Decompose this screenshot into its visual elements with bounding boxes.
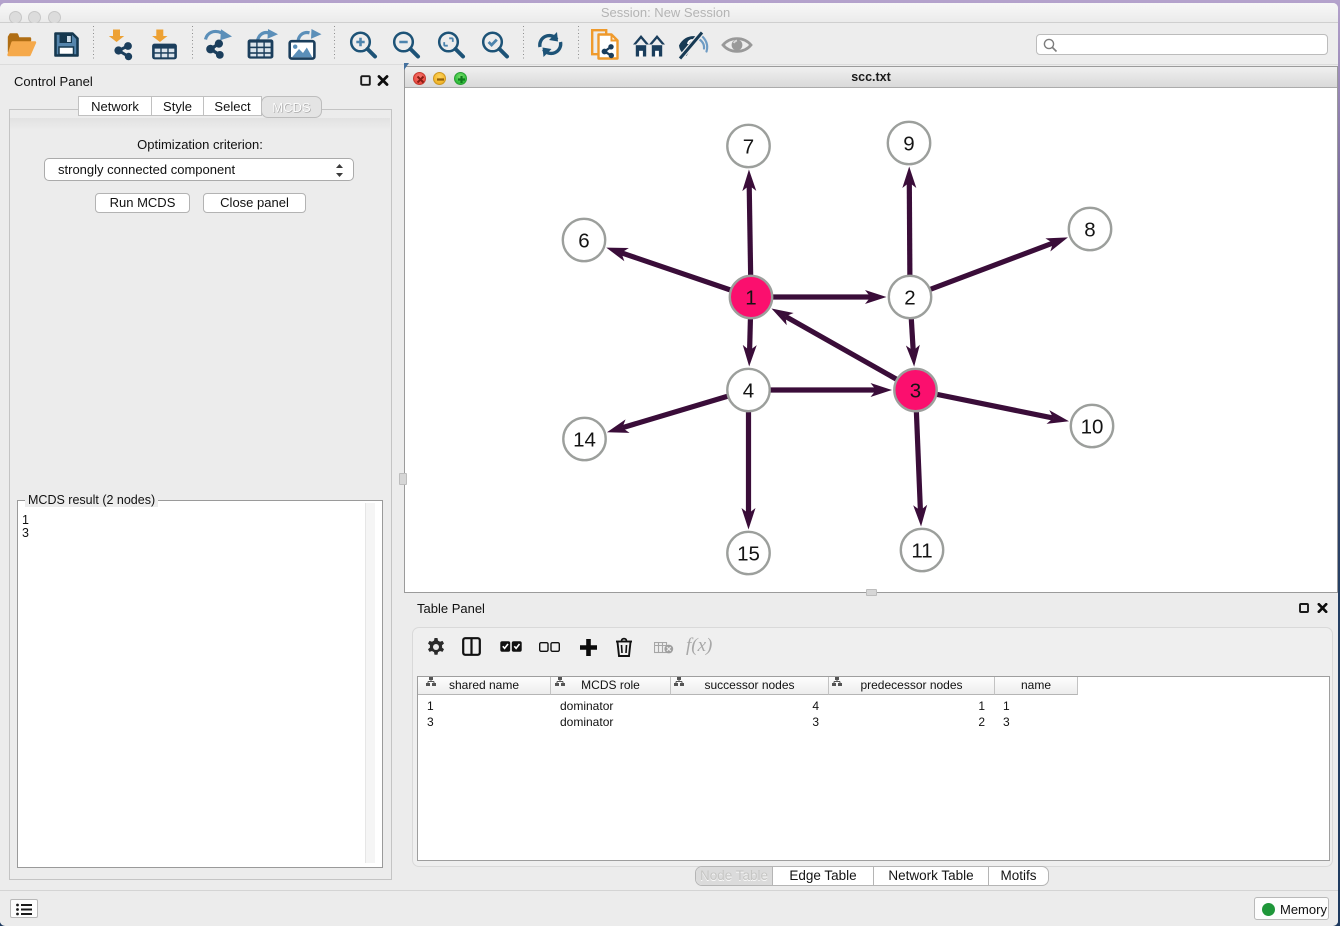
svg-text:3: 3 [910,380,921,403]
svg-text:14: 14 [573,429,596,452]
svg-text:10: 10 [1081,416,1104,439]
svg-text:9: 9 [903,133,914,156]
svg-text:2: 2 [904,287,915,310]
svg-text:11: 11 [911,540,932,563]
svg-text:15: 15 [737,543,760,566]
svg-text:7: 7 [743,136,754,159]
svg-text:6: 6 [578,230,589,253]
svg-text:1: 1 [745,287,756,310]
svg-text:4: 4 [743,380,754,403]
svg-text:8: 8 [1084,219,1095,242]
